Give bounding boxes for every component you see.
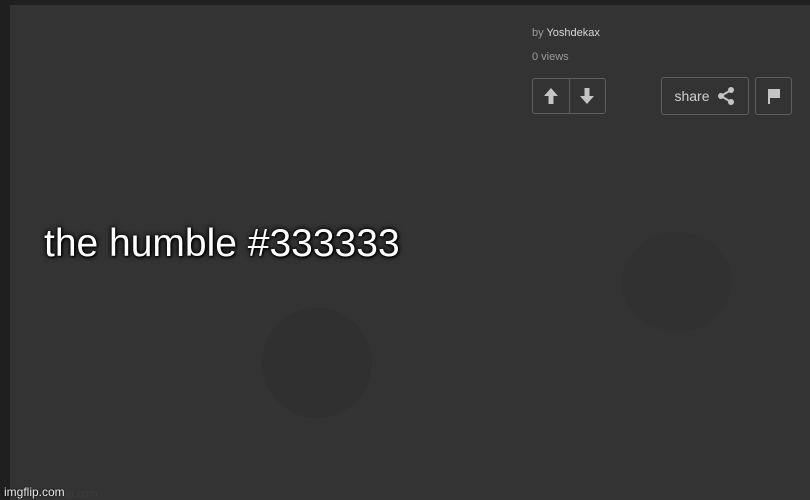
upvote-button[interactable] (533, 79, 569, 113)
author-link[interactable]: Yoshdekax (546, 27, 599, 39)
post-author-line: by Yoshdekax (532, 27, 600, 39)
arrow-up-icon (543, 88, 558, 104)
downvote-button[interactable] (568, 79, 606, 113)
flag-icon (767, 89, 780, 104)
background-shape (262, 308, 372, 418)
arrow-down-icon (580, 88, 595, 104)
share-icon (717, 87, 734, 105)
share-label: share (674, 88, 710, 104)
share-button[interactable]: share (661, 77, 749, 115)
by-prefix: by (532, 27, 544, 39)
meme-caption: the humble #333333 (44, 222, 400, 265)
flag-button[interactable] (755, 77, 792, 115)
view-count: 0 views (532, 51, 569, 63)
imgflip-watermark: imgflip.com (4, 485, 65, 499)
vote-buttons (532, 78, 606, 114)
background-shape (622, 232, 732, 332)
